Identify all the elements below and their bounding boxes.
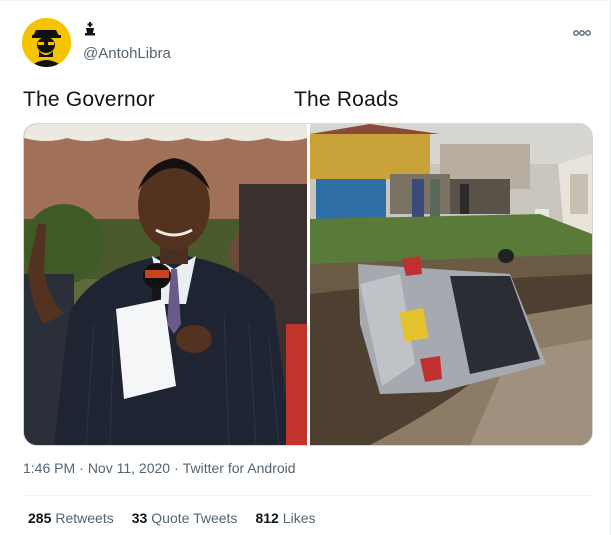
tweet-time[interactable]: 1:46 PM (23, 460, 75, 476)
likes-count: 812 (255, 510, 279, 526)
engagement-stats: 285 Retweets 33 Quote Tweets 812 Likes (28, 510, 315, 526)
tweet-source[interactable]: Twitter for Android (183, 460, 296, 476)
tweet-photo[interactable] (24, 124, 592, 445)
caption-right: The Roads (294, 88, 399, 111)
tweet-media[interactable] (23, 123, 593, 446)
tweet-metadata: 1:46 PM · Nov 11, 2020 · Twitter for Android (23, 460, 296, 476)
top-divider (0, 0, 611, 1)
caption-left: The Governor (23, 88, 155, 111)
retweets-stat[interactable]: 285 Retweets (28, 510, 114, 526)
quote-tweets-count: 33 (131, 510, 148, 526)
roads-photo (310, 124, 592, 445)
likes-stat[interactable]: 812 Likes (255, 510, 315, 526)
chess-king-icon (85, 22, 95, 36)
separator-dot: · (174, 460, 179, 476)
separator-dot: · (79, 460, 84, 476)
author-handle[interactable]: @AntohLibra (83, 45, 171, 62)
stats-divider (23, 495, 591, 496)
avatar[interactable] (22, 18, 71, 67)
breaking-bad-avatar-icon (22, 18, 71, 67)
retweets-count: 285 (28, 510, 52, 526)
tweet-date[interactable]: Nov 11, 2020 (88, 460, 170, 476)
more-options-icon[interactable] (572, 28, 592, 38)
quote-tweets-stat[interactable]: 33 Quote Tweets (132, 510, 238, 526)
retweets-label: Retweets (55, 510, 114, 526)
likes-label: Likes (282, 510, 316, 526)
governor-photo (24, 124, 319, 445)
quote-tweets-label: Quote Tweets (151, 510, 238, 526)
